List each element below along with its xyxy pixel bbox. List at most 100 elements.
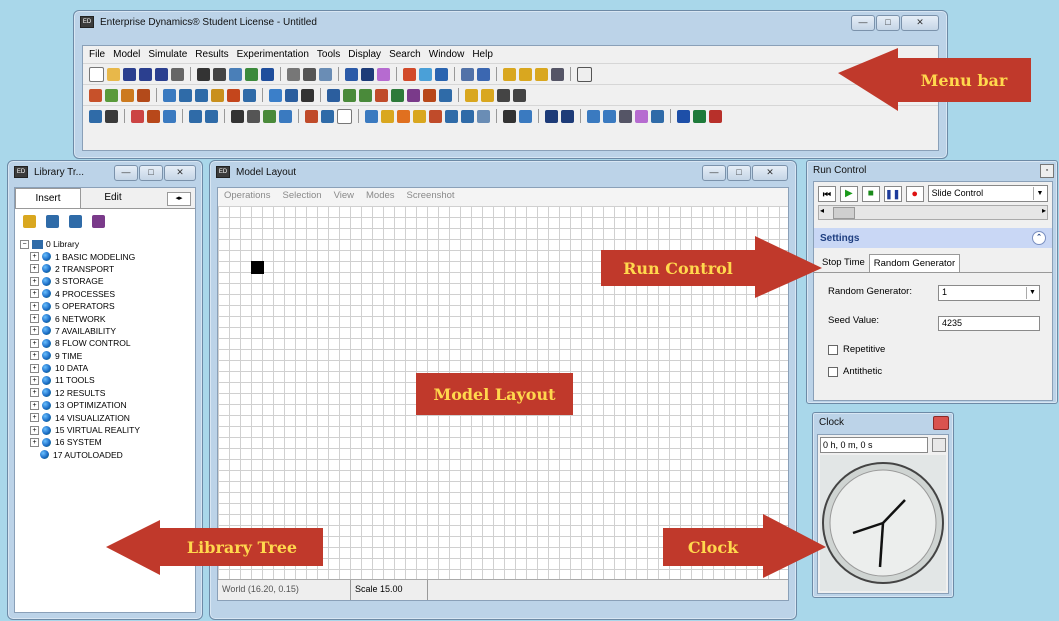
new-atom-icon[interactable] — [23, 215, 36, 228]
scroll-thumb[interactable] — [833, 207, 855, 219]
model-menu-screenshot[interactable]: Screenshot — [407, 190, 455, 204]
speed-select[interactable]: Slide Control ▼ — [927, 185, 1049, 202]
expand-icon[interactable]: + — [30, 437, 39, 447]
help-icon[interactable] — [577, 66, 592, 82]
menu-results[interactable]: Results — [195, 49, 228, 60]
bin-icon[interactable] — [429, 109, 442, 123]
expand-icon[interactable]: + — [30, 264, 39, 274]
expand-icon[interactable]: + — [30, 363, 39, 373]
expand-icon[interactable]: + — [30, 338, 39, 348]
bar-chart-icon[interactable] — [477, 67, 490, 81]
checkbox-icon[interactable] — [828, 366, 838, 377]
tab-insert[interactable]: Insert — [15, 188, 81, 208]
expand-icon[interactable]: + — [30, 425, 39, 435]
table-icon[interactable] — [461, 67, 474, 81]
team-icon[interactable] — [481, 88, 494, 102]
speed-scrollbar[interactable]: ◂ ▸ — [818, 205, 1048, 220]
magnifier-icon[interactable] — [551, 67, 564, 81]
repetitive-checkbox[interactable]: Repetitive — [828, 344, 885, 355]
tree-item[interactable]: 17 AUTOLOADED — [30, 449, 195, 461]
settings-header[interactable]: Settings ⌃ — [814, 228, 1052, 248]
distribution-icon[interactable] — [163, 109, 176, 123]
collapse-icon[interactable]: ⌃ — [1032, 231, 1046, 245]
tab-scroll-arrows[interactable]: ◂▸ — [167, 192, 191, 206]
tree-root[interactable]: − 0 Library — [20, 238, 195, 250]
expand-icon[interactable]: + — [30, 375, 39, 385]
coins-icon[interactable] — [381, 109, 394, 123]
source-icon[interactable] — [163, 88, 176, 102]
minimize-button[interactable]: — — [114, 165, 138, 181]
model-menu-modes[interactable]: Modes — [366, 190, 395, 204]
expand-icon[interactable]: + — [30, 301, 39, 311]
excel-icon[interactable] — [693, 109, 706, 123]
tree-item[interactable]: +6 NETWORK — [30, 312, 195, 324]
plus-connect-icon[interactable] — [263, 109, 276, 123]
tree-item[interactable]: +13 OPTIMIZATION — [30, 399, 195, 411]
tree-item[interactable]: +11 TOOLS — [30, 374, 195, 386]
histogram-icon[interactable] — [461, 109, 474, 123]
run-control-titlebar[interactable]: Run Control — [807, 161, 1057, 179]
edge-icon[interactable] — [375, 88, 388, 102]
building-icon[interactable] — [231, 109, 244, 123]
schedule-icon[interactable] — [205, 109, 218, 123]
expand-icon[interactable]: + — [30, 252, 39, 262]
function-icon[interactable] — [497, 88, 510, 102]
checkbox-icon[interactable] — [828, 344, 838, 355]
pen-icon[interactable] — [285, 88, 298, 102]
model-atom[interactable] — [251, 261, 264, 274]
scroll-right-icon[interactable]: ▸ — [1042, 206, 1046, 215]
loop-icon[interactable] — [439, 88, 452, 102]
menu-simulate[interactable]: Simulate — [148, 49, 187, 60]
tree-item[interactable]: +14 VISUALIZATION — [30, 411, 195, 423]
slider-icon[interactable] — [603, 109, 616, 123]
report-icon[interactable] — [319, 67, 332, 81]
tree-item[interactable]: +12 RESULTS — [30, 387, 195, 399]
monitor-icon[interactable] — [261, 67, 274, 81]
picture-icon[interactable] — [519, 109, 532, 123]
tab-stop-time[interactable]: Stop Time — [818, 254, 869, 272]
minimize-button[interactable]: — — [851, 15, 875, 31]
model-menu-selection[interactable]: Selection — [282, 190, 321, 204]
save-icon[interactable] — [123, 67, 136, 81]
line-chart-icon[interactable] — [477, 109, 490, 123]
view-4d-icon[interactable] — [361, 67, 374, 81]
menu-file[interactable]: File — [89, 49, 105, 60]
arrow-right-icon[interactable] — [89, 88, 102, 102]
expand-icon[interactable]: + — [30, 276, 39, 286]
reset-icon[interactable]: ⏮ — [818, 185, 836, 202]
flowchart-icon[interactable] — [189, 109, 202, 123]
sink-icon[interactable] — [227, 88, 240, 102]
save-as-icon[interactable] — [139, 67, 152, 81]
menu-experimentation[interactable]: Experimentation — [237, 49, 309, 60]
lock-icon[interactable] — [247, 109, 260, 123]
tag-icon[interactable] — [503, 67, 516, 81]
flow-icon[interactable] — [105, 88, 118, 102]
progress-bar-icon[interactable] — [587, 109, 600, 123]
copy-icon[interactable] — [287, 67, 300, 81]
conveyor-icon[interactable] — [243, 88, 256, 102]
maximize-button[interactable]: □ — [876, 15, 900, 31]
agent-icon[interactable] — [423, 88, 436, 102]
menu-help[interactable]: Help — [472, 49, 493, 60]
save-all-icon[interactable] — [155, 67, 168, 81]
pie-chart-icon[interactable] — [397, 109, 410, 123]
random-generator-select[interactable]: 1 ▼ — [938, 285, 1040, 301]
export-icon[interactable] — [435, 67, 448, 81]
play-icon[interactable]: ▶ — [839, 185, 858, 202]
tag-edit-icon[interactable] — [519, 67, 532, 81]
main-titlebar[interactable]: ED Enterprise Dynamics® Student License … — [74, 11, 947, 33]
scroll-left-icon[interactable]: ◂ — [820, 206, 824, 215]
crane-icon[interactable] — [327, 88, 340, 102]
sphere-icon[interactable] — [445, 109, 458, 123]
rack-icon[interactable] — [407, 88, 420, 102]
dashboard-icon[interactable] — [545, 109, 558, 123]
menu-search[interactable]: Search — [389, 49, 421, 60]
arrow-down-icon[interactable] — [137, 88, 150, 102]
battery-icon[interactable] — [131, 109, 144, 123]
tree-item[interactable]: +16 SYSTEM — [30, 436, 195, 448]
panel-icon[interactable] — [561, 109, 574, 123]
table-view-icon[interactable] — [89, 109, 102, 123]
network-icon[interactable] — [229, 67, 242, 81]
collapse-icon[interactable]: − — [20, 239, 29, 249]
open-folder-icon[interactable] — [107, 67, 120, 81]
